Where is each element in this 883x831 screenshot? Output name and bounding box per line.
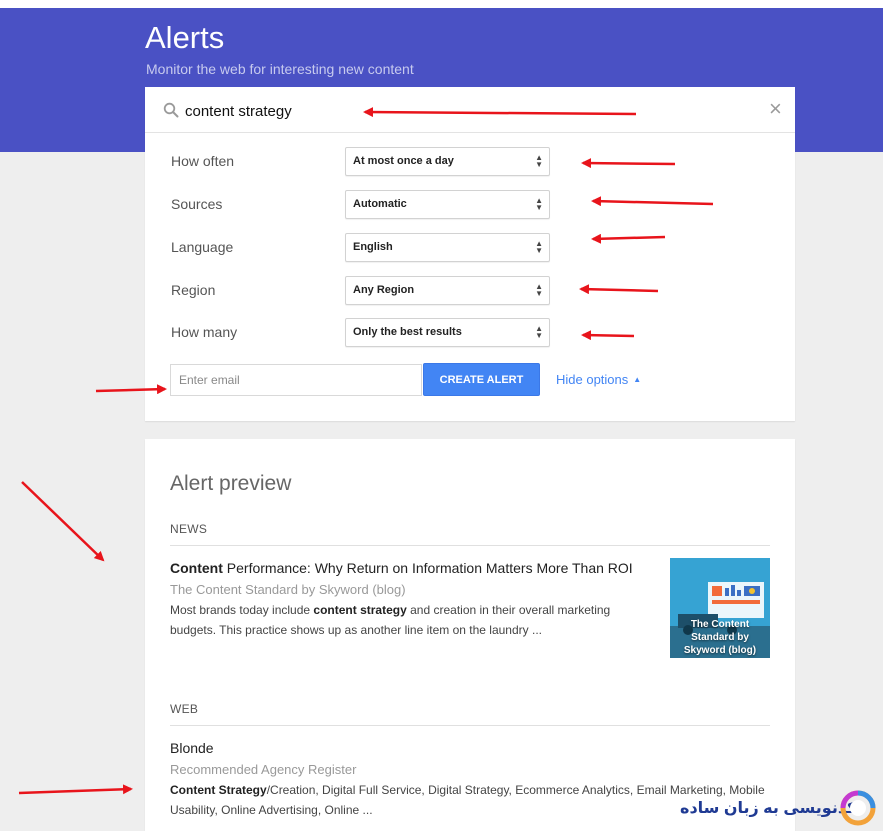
watermark-logo-icon	[840, 790, 876, 826]
select-value: Automatic	[353, 198, 407, 210]
annotation-arrow	[18, 784, 133, 795]
snippet-bold: content strategy	[313, 603, 407, 617]
page-subtitle: Monitor the web for interesting new cont…	[146, 61, 414, 77]
annotation-arrow	[21, 481, 105, 562]
option-row-region: Region Any Region ▲ ▼	[145, 276, 795, 306]
sources-select[interactable]: Automatic ▲ ▼	[345, 190, 550, 219]
caret-up-icon: ▲	[633, 375, 642, 384]
hide-options-link[interactable]: Hide options ▲	[556, 372, 641, 387]
news-thumbnail[interactable]: The Content Standard by Skyword (blog)	[670, 558, 770, 658]
option-row-how-many: How many Only the best results ▲ ▼	[145, 318, 795, 348]
option-label: Language	[171, 239, 234, 255]
option-row-how-often: How often At most once a day ▲ ▼	[145, 147, 795, 177]
sort-arrows-icon: ▲ ▼	[535, 324, 543, 340]
news-result-snippet: Most brands today include content strate…	[170, 600, 650, 640]
create-alert-card: × How often At most once a day ▲▼ Source…	[145, 87, 795, 421]
title-bold: Content	[170, 560, 223, 576]
option-row-sources: Sources Automatic ▲ ▼	[145, 190, 795, 220]
sort-arrows-icon: ▲ ▼	[535, 196, 543, 212]
news-result-source: The Content Standard by Skyword (blog)	[170, 582, 406, 597]
language-select[interactable]: English ▲ ▼	[345, 233, 550, 262]
caption-line: Standard by	[691, 632, 749, 643]
search-row: ×	[145, 87, 795, 133]
email-field[interactable]	[170, 364, 422, 396]
option-label: Sources	[171, 196, 223, 212]
divider	[170, 725, 770, 726]
select-value: English	[353, 241, 393, 253]
web-result-source: Recommended Agency Register	[170, 762, 357, 777]
close-icon[interactable]: ×	[769, 98, 782, 120]
page-title: Alerts	[145, 20, 225, 55]
divider	[170, 545, 770, 546]
snippet-bold: Content Strategy	[170, 783, 267, 797]
create-alert-button[interactable]: CREATE ALERT	[423, 363, 540, 396]
web-heading: WEB	[170, 702, 199, 716]
watermark: کدنویسی به زبان ساده	[680, 790, 880, 826]
snippet-text: Most brands today include	[170, 603, 314, 617]
search-icon	[163, 102, 179, 118]
search-input[interactable]	[185, 99, 745, 123]
select-value: Any Region	[353, 284, 415, 296]
select-value: At most once a day	[353, 155, 454, 167]
sort-arrows-icon: ▲ ▼	[535, 239, 543, 255]
top-strip	[0, 0, 883, 8]
news-heading: NEWS	[170, 522, 208, 536]
snippet-text: Usability, Online Advertising, Online ..…	[170, 803, 373, 817]
caption-line: The Content	[690, 619, 750, 630]
how-often-select[interactable]: At most once a day ▲ ▼	[345, 147, 550, 176]
thumbnail-caption: The Content Standard by Skyword (blog)	[670, 618, 770, 657]
sort-arrows-icon: ▲ ▼	[535, 282, 543, 298]
title-rest: Performance: Why Return on Information M…	[222, 560, 633, 576]
news-result-title[interactable]: Content Performance: Why Return on Infor…	[170, 560, 633, 576]
option-label: How often	[171, 153, 235, 169]
sort-arrows-icon: ▲ ▼	[535, 153, 543, 169]
web-result-title[interactable]: Blonde	[170, 740, 214, 756]
preview-title: Alert preview	[170, 472, 292, 495]
option-label: How many	[171, 324, 238, 340]
snippet-text: budgets. This practice shows up as anoth…	[170, 623, 542, 637]
snippet-text: and creation in their overall marketing	[406, 603, 611, 617]
alert-preview-card: Alert preview NEWS Content Performance: …	[145, 439, 795, 831]
caption-line: Skyword (blog)	[683, 645, 757, 656]
how-many-select[interactable]: Only the best results ▲ ▼	[345, 318, 550, 347]
select-value: Only the best results	[353, 326, 462, 338]
option-label: Region	[171, 282, 216, 298]
region-select[interactable]: Any Region ▲ ▼	[345, 276, 550, 305]
option-row-language: Language English ▲ ▼	[145, 233, 795, 263]
watermark-text: کدنویسی به زبان ساده	[680, 800, 857, 817]
hide-options-label: Hide options	[556, 372, 629, 387]
